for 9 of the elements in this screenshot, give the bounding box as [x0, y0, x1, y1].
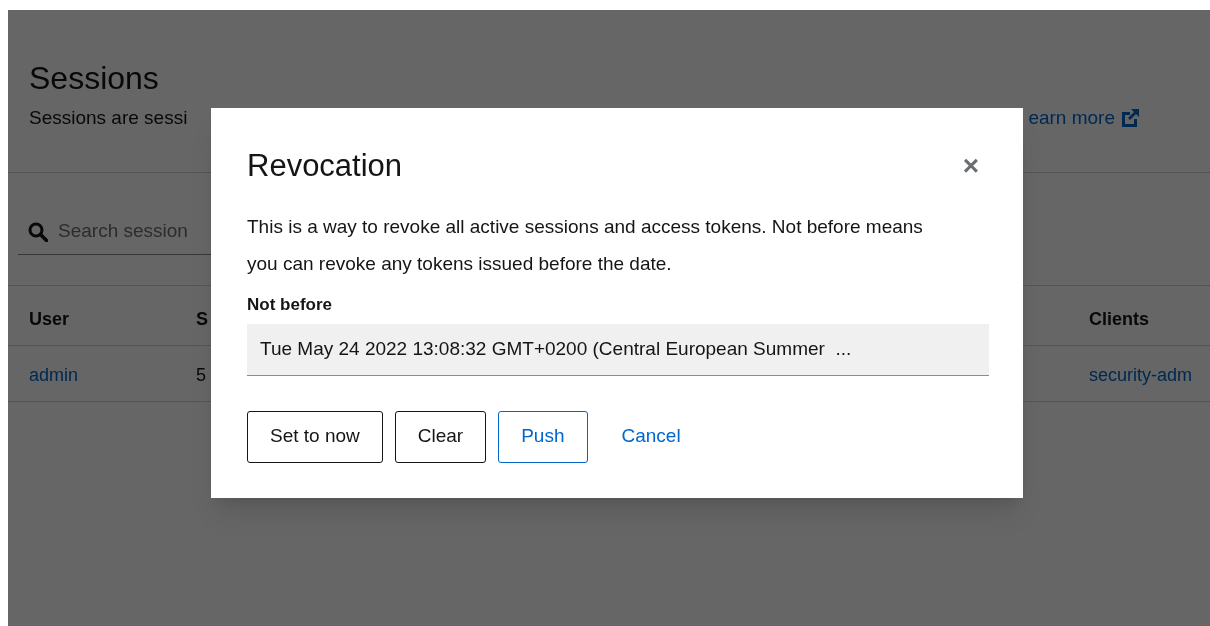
dialog-title: Revocation [247, 148, 403, 184]
page-title: Sessions [29, 60, 159, 96]
column-header: S [196, 308, 208, 331]
field-label: Not before [247, 294, 332, 316]
column-header: User [29, 308, 70, 331]
table-cell-text: 5 [196, 364, 206, 387]
page-description: Sessions are sessi [29, 106, 189, 130]
column-header: Clients [1089, 308, 1149, 331]
dialog-description: This is a way to revoke all active sessions and access tokens. Not before means you can revoke any tokens issued before the date. [247, 215, 924, 276]
